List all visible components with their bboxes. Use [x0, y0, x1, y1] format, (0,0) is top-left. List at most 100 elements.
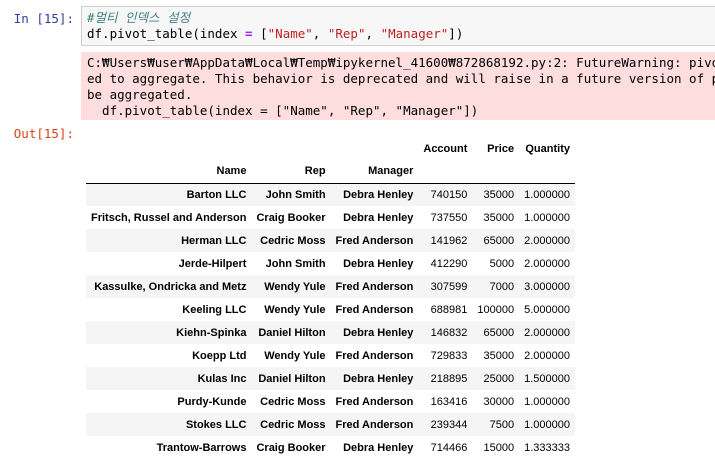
table-row: Jerde-Hilpert John Smith Debra Henley 41229…	[86, 252, 575, 275]
blank-header	[418, 160, 473, 184]
warning-line: be aggregated.	[87, 87, 193, 102]
quantity-cell: 2.000000	[524, 326, 570, 339]
index-name-manager: Manager	[330, 160, 419, 184]
index-name-cell: Kiehn-Spinka	[176, 326, 247, 339]
table-row: Kiehn-Spinka Daniel Hilton Debra Henley 146…	[86, 321, 575, 344]
price-cell: 35000	[483, 349, 515, 362]
table-row: Koepp Ltd Wendy Yule Fred Anderson 729833 35…	[86, 344, 575, 367]
index-name-rep: Rep	[251, 160, 331, 184]
index-name-cell: Barton LLC	[186, 188, 247, 201]
quantity-cell: 1.500000	[524, 372, 570, 385]
account-cell: 714466	[430, 441, 468, 454]
index-manager-cell: Debra Henley	[343, 188, 414, 201]
index-name-cell: Kassulke, Ondricka and Metz	[94, 280, 247, 293]
index-rep-cell: Cedric Moss	[260, 395, 326, 408]
code-comma: ,	[365, 26, 381, 41]
table-row: Kulas Inc Daniel Hilton Debra Henley 218895…	[86, 367, 575, 390]
code-call: df.pivot_table(index	[87, 26, 246, 41]
warning-line: df.pivot_table(index = ["Name", "Rep", "…	[87, 103, 479, 118]
account-cell: 688981	[430, 303, 468, 316]
index-name-cell: Koepp Ltd	[192, 349, 247, 362]
code-bracket-close: ])	[448, 26, 464, 41]
index-manager-cell: Fred Anderson	[335, 418, 414, 431]
code-line-2: df.pivot_table(index = ["Name", "Rep", "…	[87, 26, 715, 42]
account-cell: 146832	[430, 326, 468, 339]
table-row: Keeling LLC Wendy Yule Fred Anderson 688981…	[86, 298, 575, 321]
quantity-cell: 1.333333	[524, 441, 570, 454]
account-cell: 307599	[430, 280, 468, 293]
index-rep-cell: John Smith	[265, 257, 326, 270]
table-body: Barton LLC John Smith Debra Henley 740150 35…	[86, 183, 575, 459]
column-header-price: Price	[487, 142, 515, 155]
quantity-cell: 1.000000	[524, 418, 570, 431]
table-row: Fritsch, Russel and Anderson Craig Booker…	[86, 206, 575, 229]
blank-header	[519, 160, 575, 184]
table-row: Stokes LLC Cedric Moss Fred Anderson 239344…	[86, 413, 575, 436]
code-comment: #멀티 인덱스 설정	[87, 10, 191, 25]
index-rep-cell: Craig Booker	[256, 441, 326, 454]
code-editor[interactable]: #멀티 인덱스 설정 df.pivot_table(index = ["Name…	[81, 6, 715, 46]
account-cell: 163416	[430, 395, 468, 408]
index-manager-cell: Fred Anderson	[335, 349, 414, 362]
account-cell: 729833	[430, 349, 468, 362]
index-rep-cell: Wendy Yule	[264, 349, 326, 362]
index-name-cell: Trantow-Barrows	[156, 441, 247, 454]
warning-line: ed to aggregate. This behavior is deprec…	[87, 71, 715, 86]
quantity-cell: 5.000000	[524, 303, 570, 316]
price-cell: 100000	[477, 303, 515, 316]
index-rep-cell: Daniel Hilton	[258, 326, 326, 339]
index-name-cell: Keeling LLC	[182, 303, 247, 316]
quantity-cell: 1.000000	[524, 395, 570, 408]
code-bracket-open: [	[252, 26, 268, 41]
quantity-cell: 3.000000	[524, 280, 570, 293]
index-manager-cell: Debra Henley	[343, 441, 414, 454]
warning-output: C:₩Users₩user₩AppData₩Local₩Temp₩ipykern…	[81, 52, 715, 120]
index-manager-cell: Fred Anderson	[335, 395, 414, 408]
account-cell: 737550	[430, 211, 468, 224]
index-manager-cell: Fred Anderson	[335, 234, 414, 247]
price-cell: 65000	[483, 234, 515, 247]
account-cell: 239344	[430, 418, 468, 431]
quantity-cell: 1.000000	[524, 188, 570, 201]
index-manager-cell: Fred Anderson	[335, 280, 414, 293]
table-row: Trantow-Barrows Craig Booker Debra Henley 7…	[86, 436, 575, 459]
index-name-cell: Stokes LLC	[185, 418, 247, 431]
index-name-cell: Herman LLC	[181, 234, 247, 247]
price-cell: 5000	[489, 257, 515, 270]
blank-header	[251, 137, 330, 160]
quantity-cell: 2.000000	[524, 349, 570, 362]
header-row-index-names: Name Rep Manager	[86, 160, 575, 184]
index-name-name: Name	[86, 160, 252, 184]
account-cell: 740150	[430, 188, 468, 201]
index-rep-cell: Cedric Moss	[260, 418, 326, 431]
account-cell: 141962	[430, 234, 468, 247]
table-row: Purdy-Kunde Cedric Moss Fred Anderson 16341…	[86, 390, 575, 413]
price-cell: 65000	[483, 326, 515, 339]
warning-line: C:₩Users₩user₩AppData₩Local₩Temp₩ipykern…	[87, 55, 715, 70]
blank-header	[86, 137, 251, 160]
price-cell: 7000	[489, 280, 515, 293]
column-header-account: Account	[423, 142, 468, 155]
price-cell: 25000	[483, 372, 515, 385]
index-manager-cell: Debra Henley	[343, 372, 414, 385]
index-rep-cell: Craig Booker	[256, 211, 326, 224]
code-string-rep: "Rep"	[327, 26, 366, 41]
index-name-cell: Kulas Inc	[197, 372, 247, 385]
input-prompt: In [15]:	[13, 11, 74, 26]
code-string-manager: "Manager"	[380, 26, 449, 41]
code-string-name: "Name"	[267, 26, 313, 41]
account-cell: 412290	[430, 257, 468, 270]
table-row: Kassulke, Ondricka and Metz Wendy Yule Fre…	[86, 275, 575, 298]
index-manager-cell: Debra Henley	[343, 257, 414, 270]
index-rep-cell: Daniel Hilton	[258, 372, 326, 385]
table-row: Herman LLC Cedric Moss Fred Anderson 141962…	[86, 229, 575, 252]
index-rep-cell: Cedric Moss	[260, 234, 326, 247]
index-name-cell: Jerde-Hilpert	[178, 257, 247, 270]
code-operator: =	[245, 26, 253, 41]
header-row-columns: Account Price Quantity	[86, 137, 575, 160]
column-header-quantity: Quantity	[525, 142, 570, 155]
index-manager-cell: Debra Henley	[343, 326, 414, 339]
index-rep-cell: Wendy Yule	[264, 280, 326, 293]
table-row: Barton LLC John Smith Debra Henley 740150 35…	[86, 183, 575, 206]
account-cell: 218895	[430, 372, 468, 385]
